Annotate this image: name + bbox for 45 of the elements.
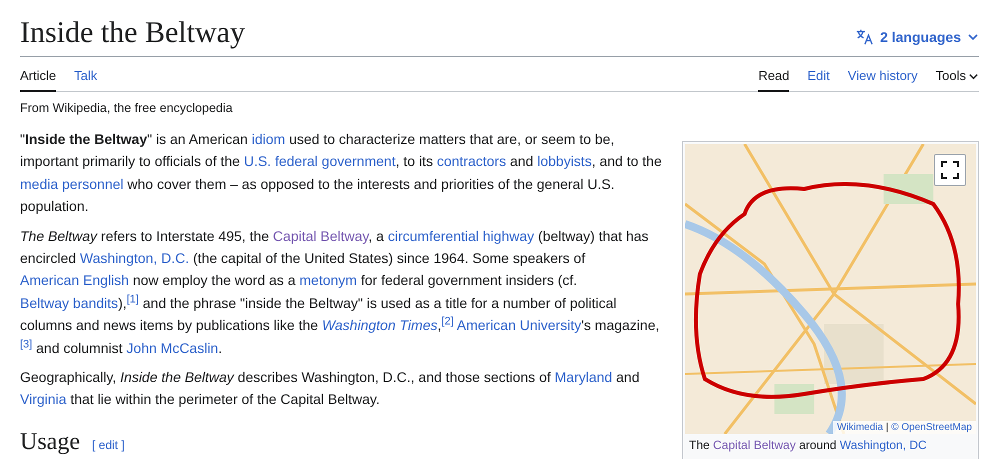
fullscreen-button[interactable] [934, 154, 966, 186]
tagline: From Wikipedia, the free encyclopedia [20, 101, 234, 115]
link[interactable]: U.S. federal government [244, 153, 396, 170]
tab[interactable]: Article [20, 57, 56, 92]
reference-link[interactable]: [3] [20, 338, 32, 350]
languages-button[interactable]: 2 languages [854, 28, 979, 46]
link[interactable]: Virginia [20, 391, 66, 408]
link[interactable]: McCaslin [160, 340, 218, 356]
link[interactable]: © OpenStreetMap [891, 422, 972, 433]
link[interactable]: lobbyists [537, 153, 592, 170]
tools-menu-button[interactable]: Tools [936, 57, 979, 92]
reference-link[interactable]: [1] [126, 293, 139, 306]
edit-link[interactable]: [ edit ] [92, 438, 125, 452]
link[interactable]: Washington, DC [840, 438, 927, 452]
translate-icon [854, 28, 874, 46]
chevron-down-icon [968, 71, 979, 82]
link[interactable]: contractors [436, 153, 506, 170]
link[interactable]: circumferential highway [388, 228, 534, 244]
tab[interactable]: Talk [74, 57, 98, 92]
link[interactable]: John [126, 340, 161, 356]
link[interactable]: metonym [299, 272, 357, 288]
link[interactable]: Maryland [554, 369, 612, 386]
reference-link[interactable]: [2] [441, 316, 454, 328]
map-caption: The Capital Beltway around Washington, DC [688, 437, 928, 454]
paragraph: Geographically, Inside the Beltway describes Washington, D.C., and those sections of Maryland and Virginia that lie within the perimeter of the Capital Beltway. [20, 368, 640, 410]
link[interactable]: Capital Beltway [713, 438, 796, 452]
map-attribution: Wikimedia | © OpenStreetMap [832, 421, 976, 434]
paragraph: The Beltway refers to Interstate 495, the Capital Beltway, a circumferential highway (beltway) that has encircled Washington, D.C. (the capital of the United States) since 1964. Some speakers of American English now employ the word as a metonym for federal government insiders (cf. Beltway bandits),$^{[1]}$ and the phrase "inside the Beltway" is used as a title for a number of political columns and news items by publications like the Washington Times,$^{[2]}$ American University's magazine, $^{[3]}$ and columnist John McCaslin. [20, 226, 660, 358]
link[interactable]: Capital Beltway [272, 228, 368, 244]
link[interactable]: Washington, D.C. [80, 250, 190, 266]
link[interactable]: English [83, 272, 129, 288]
link[interactable]: Beltway bandits [20, 294, 118, 311]
link[interactable]: media personnel [20, 176, 124, 192]
fullscreen-icon [940, 160, 960, 180]
link[interactable]: Washington Times [322, 317, 438, 334]
link[interactable]: idiom [252, 131, 286, 147]
section-heading: Usage [20, 428, 80, 456]
page-title: Inside the Beltway [20, 16, 245, 50]
tab[interactable]: Read [758, 57, 790, 92]
paragraph: "Inside the Beltway" is an American idiom used to characterize matters that are, or seem to be, important primarily to officials of the U.S. federal government, to its contractors and lobbyists, and to the media personnel who cover them – as opposed to the interests and priorities of the general U.S. population. [20, 130, 662, 216]
link[interactable]: American [20, 272, 84, 288]
tab[interactable]: Edit [807, 57, 830, 92]
tab[interactable]: View history [848, 57, 918, 92]
link[interactable]: Wikimedia [836, 422, 884, 433]
link[interactable]: American University [454, 317, 582, 334]
